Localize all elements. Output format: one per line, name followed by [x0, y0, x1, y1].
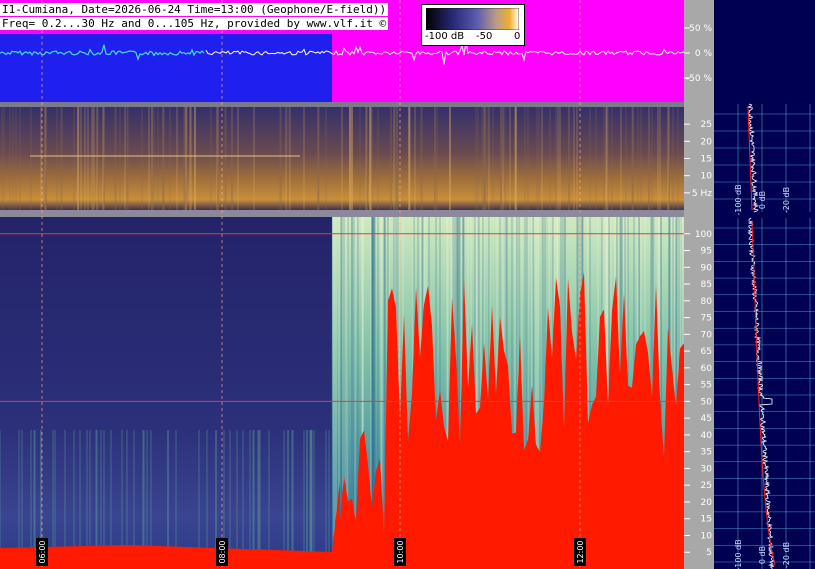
spectrum-tick-label: -20 dB: [782, 187, 791, 213]
low-tick-label: 10: [701, 172, 713, 182]
low-tick-label: 25: [701, 120, 712, 130]
high-tick-label: 65: [701, 347, 712, 357]
high-tick-label: 95: [701, 247, 712, 257]
high-tick-label: 80: [701, 297, 713, 307]
high-tick-label: 55: [701, 381, 712, 391]
low-tick-label: 20: [701, 137, 713, 147]
legend-label-min: -100 dB: [425, 31, 465, 42]
spectrum-tick-label: -100 dB: [734, 539, 743, 569]
high-tick-label: 5: [706, 548, 712, 558]
high-tick-label: 10: [701, 531, 713, 541]
time-tick-label: 08:00: [218, 540, 227, 563]
high-tick-label: 60: [701, 364, 713, 374]
high-tick-label: 40: [701, 431, 713, 441]
spectrum-tick-label: -100 dB: [734, 184, 743, 215]
color-scale-bar: [426, 8, 519, 30]
high-tick-label: 20: [701, 498, 713, 508]
high-tick-label: 35: [701, 448, 712, 458]
spectrum-tick-label: 0 dB: [758, 191, 767, 209]
spectrum-panel: [714, 0, 815, 569]
high-tick-label: 70: [701, 330, 713, 340]
spectrogram-low-panel: [0, 107, 684, 210]
high-tick-label: 25: [701, 481, 712, 491]
high-tick-label: 45: [701, 414, 712, 424]
amplitude-tick-label: -50 %: [686, 74, 713, 84]
spectrum-tick-label: 0 dB: [758, 546, 767, 564]
high-tick-label: 75: [701, 314, 712, 324]
time-tick-label: 12:00: [576, 540, 585, 563]
high-tick-label: 15: [701, 515, 712, 525]
color-scale-legend: -100 dB -50 0: [421, 4, 525, 46]
header-station-line: I1-Cumiana, Date=2026-06-24 Time=13:00 (…: [0, 3, 389, 16]
time-tick-label: 06:00: [38, 540, 47, 563]
high-tick-label: 50: [701, 397, 713, 407]
high-tick-label: 30: [701, 464, 713, 474]
legend-label-max: 0: [514, 31, 521, 42]
spectrum-tick-label: -20 dB: [782, 542, 791, 568]
header-frequency-line: Freq= 0.2...30 Hz and 0...105 Hz, provid…: [0, 17, 389, 30]
amplitude-tick-label: 50 %: [689, 24, 712, 34]
low-tick-label: 15: [701, 155, 712, 165]
high-tick-label: 100: [695, 230, 712, 240]
low-tick-label: 5 Hz: [692, 189, 712, 199]
spectrogram-high-panel: [0, 217, 684, 569]
vlf-monitor-display: 50 %0 %-50 % 252015105 Hz 10095908580757…: [0, 0, 815, 569]
legend-label-mid: -50: [476, 31, 493, 42]
separator-top: [0, 102, 684, 107]
amplitude-tick-label: 0 %: [695, 49, 713, 59]
high-tick-label: 85: [701, 280, 712, 290]
amplitude-blue-band: [0, 34, 332, 102]
high-tick-label: 90: [701, 263, 713, 273]
time-tick-label: 10:00: [396, 540, 405, 563]
separator-mid: [0, 210, 684, 217]
